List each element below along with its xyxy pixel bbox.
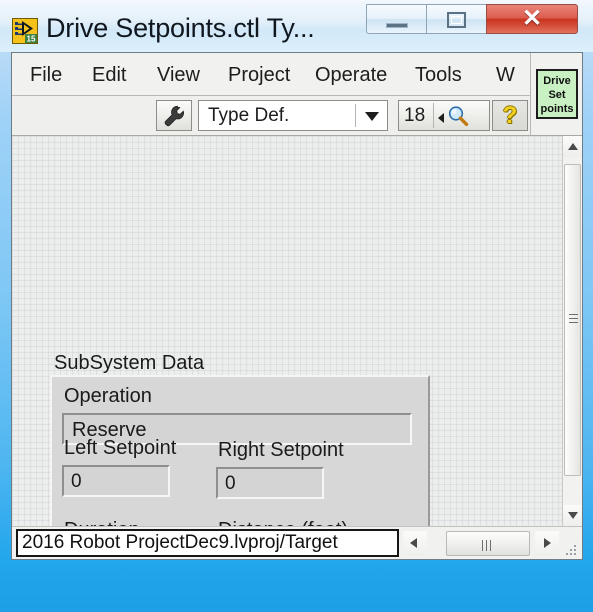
distance-label: Distance (feet) <box>218 519 348 526</box>
vi-icon-line-3: points <box>540 103 574 115</box>
close-button[interactable]: ✕ <box>486 4 578 34</box>
project-path-field[interactable]: 2016 Robot ProjectDec9.lvproj/Target <box>16 529 399 557</box>
front-panel[interactable]: SubSystem Data Operation Reserve Left Se… <box>12 136 563 526</box>
right-setpoint-value: 0 <box>225 473 236 494</box>
menu-item-tools[interactable]: Tools <box>415 62 462 88</box>
vertical-scrollbar[interactable] <box>562 136 582 526</box>
horizontal-scrollbar-thumb[interactable] <box>446 531 530 556</box>
duration-label: Duration <box>64 519 140 526</box>
wrench-icon <box>157 101 191 130</box>
menu-item-window[interactable]: W <box>496 62 515 88</box>
dropdown-divider <box>355 104 356 127</box>
scrollbar-grip-icon <box>569 314 578 325</box>
triangle-left-icon <box>438 113 444 123</box>
resize-grip[interactable] <box>566 545 579 558</box>
magnifier-icon <box>446 104 470 133</box>
question-mark-icon: ? <box>502 102 518 129</box>
type-def-dropdown[interactable]: Type Def. <box>198 100 388 131</box>
font-size-value: 18 <box>404 105 426 126</box>
vi-icon-line-1: Drive <box>543 75 571 87</box>
connector-pane-area: Drive Set points <box>530 53 582 136</box>
maximize-button[interactable] <box>426 4 487 34</box>
edit-mode-button[interactable] <box>156 100 192 131</box>
vi-icon-line-2: Set <box>548 89 566 101</box>
application-client-area: File Edit View Project Operate Tools W T… <box>11 52 583 560</box>
svg-text:15: 15 <box>27 35 36 44</box>
left-setpoint-label: Left Setpoint <box>64 437 177 459</box>
operation-label: Operation <box>64 385 152 407</box>
scroll-left-arrow[interactable] <box>403 531 427 556</box>
menu-item-project[interactable]: Project <box>228 62 290 88</box>
zoom-divider <box>433 103 434 128</box>
menu-item-file[interactable]: File <box>30 62 62 88</box>
menu-bar: File Edit View Project Operate Tools W <box>12 53 582 96</box>
left-setpoint-value: 0 <box>71 471 82 492</box>
labview-vi-icon: 15 <box>12 18 38 44</box>
scroll-up-arrow[interactable] <box>563 136 582 157</box>
close-icon: ✕ <box>521 5 543 32</box>
menu-item-operate[interactable]: Operate <box>315 62 387 88</box>
context-help-button[interactable]: ? <box>492 100 528 131</box>
font-size-zoom-control[interactable]: 18 <box>398 100 490 131</box>
subsystem-data-cluster[interactable]: Operation Reserve Left Setpoint 0 Right … <box>50 375 430 526</box>
project-path-value: 2016 Robot ProjectDec9.lvproj/Target <box>22 532 338 553</box>
title-bar[interactable]: 15 Drive Setpoints.ctl Ty... ✕ <box>0 0 593 52</box>
minimize-button[interactable] <box>366 4 427 34</box>
cluster-label: SubSystem Data <box>54 352 205 374</box>
status-bar: 2016 Robot ProjectDec9.lvproj/Target <box>12 526 582 559</box>
scroll-right-arrow[interactable] <box>535 531 559 556</box>
menu-item-view[interactable]: View <box>157 62 200 88</box>
triangle-left-icon <box>410 538 417 548</box>
right-setpoint-label: Right Setpoint <box>218 439 344 461</box>
minimize-icon <box>386 23 408 28</box>
right-setpoint-input[interactable]: 0 <box>216 467 324 499</box>
vi-icon-preview[interactable]: Drive Set points <box>536 69 578 119</box>
type-def-value: Type Def. <box>208 105 290 126</box>
maximize-icon <box>447 12 466 28</box>
window-frame: 15 Drive Setpoints.ctl Ty... ✕ File Edit… <box>0 0 593 612</box>
scroll-down-arrow[interactable] <box>563 505 582 526</box>
triangle-up-icon <box>568 143 578 150</box>
menu-item-edit[interactable]: Edit <box>92 62 126 88</box>
scrollbar-grip-icon <box>482 538 494 551</box>
left-setpoint-input[interactable]: 0 <box>62 465 170 497</box>
vertical-scrollbar-thumb[interactable] <box>564 164 581 476</box>
triangle-down-icon <box>568 512 578 519</box>
toolbar: Type Def. 18 ? <box>12 96 582 136</box>
triangle-right-icon <box>544 538 551 548</box>
window-title: Drive Setpoints.ctl Ty... <box>46 13 315 43</box>
chevron-down-icon <box>365 112 379 121</box>
